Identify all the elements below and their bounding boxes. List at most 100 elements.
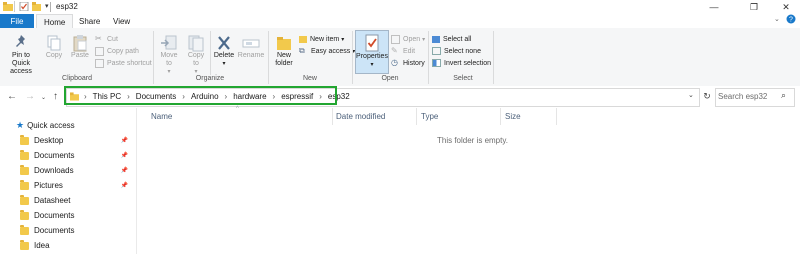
quick-access-item-label: Documents: [34, 151, 75, 160]
column-header-date-modified[interactable]: Date modified: [336, 112, 385, 121]
open-button[interactable]: Open ▾: [391, 34, 425, 44]
maximize-button[interactable]: ❐: [740, 0, 768, 14]
column-separator[interactable]: [416, 108, 417, 125]
recent-locations-chevron-icon[interactable]: ⌄: [41, 94, 46, 101]
invert-selection-label: Invert selection: [444, 59, 492, 67]
copy-to-button[interactable]: Copy to ▾: [184, 34, 208, 76]
collapse-ribbon-icon[interactable]: ⌄: [774, 15, 780, 23]
invert-selection-button[interactable]: Invert selection: [432, 58, 491, 68]
copy-label: Copy: [45, 52, 63, 59]
quick-access-item[interactable]: Idea: [20, 238, 128, 253]
new-item-button[interactable]: New item ▾: [299, 34, 344, 44]
copy-button[interactable]: Copy: [43, 34, 65, 60]
forward-arrow-icon[interactable]: →: [25, 91, 35, 102]
quick-access-item-label: Datasheet: [34, 196, 71, 205]
empty-folder-message: This folder is empty.: [437, 136, 508, 145]
delete-button[interactable]: Delete ▾: [213, 34, 235, 68]
tab-view[interactable]: View: [106, 14, 137, 28]
new-item-icon: [299, 35, 307, 43]
folder-icon: [20, 194, 29, 205]
folder-icon: [20, 134, 29, 145]
group-separator: [153, 31, 154, 84]
copy-to-icon: [188, 35, 204, 52]
scissors-icon: ✂: [95, 34, 102, 43]
paste-label: Paste: [71, 52, 89, 59]
clipboard-group-label: Clipboard: [62, 75, 92, 82]
dropdown-arrow-icon: ▾: [341, 36, 345, 43]
folder-icon: [3, 2, 13, 11]
new-folder-icon: [277, 37, 291, 50]
close-button[interactable]: ✕: [772, 0, 800, 14]
copy-path-button[interactable]: Copy path: [95, 46, 139, 56]
group-separator: [268, 31, 269, 84]
easy-access-icon: ⧉: [299, 46, 305, 55]
minimize-button[interactable]: —: [700, 0, 728, 14]
new-folder-quick-icon[interactable]: [32, 2, 42, 11]
properties-button[interactable]: Properties ▾: [355, 30, 389, 74]
column-header-type[interactable]: Type: [421, 112, 438, 121]
open-group-label: Open: [381, 75, 399, 82]
properties-label: Properties: [356, 53, 388, 60]
divider: [14, 1, 15, 12]
quick-access-item-label: Documents: [34, 211, 75, 220]
column-separator[interactable]: [332, 108, 333, 125]
select-all-icon: [432, 35, 440, 43]
invert-selection-icon: [432, 59, 441, 67]
column-header-name[interactable]: Name: [151, 112, 172, 121]
organize-group-label: Organize: [195, 75, 225, 82]
refresh-icon[interactable]: ↻: [700, 89, 714, 104]
quick-access-item[interactable]: Downloads 📌: [20, 163, 128, 178]
quick-access-item[interactable]: Documents: [20, 208, 128, 223]
tab-share[interactable]: Share: [72, 14, 107, 28]
help-icon[interactable]: ?: [786, 14, 796, 26]
open-icon: [391, 34, 400, 44]
quick-access-item[interactable]: Documents: [20, 223, 128, 238]
up-arrow-icon[interactable]: ↑: [53, 91, 58, 102]
column-separator[interactable]: [556, 108, 557, 125]
edit-button[interactable]: ✎ Edit: [391, 46, 415, 56]
quick-access-item[interactable]: Desktop 📌: [20, 133, 128, 148]
move-to-icon: [161, 35, 177, 50]
rename-button[interactable]: Rename: [238, 34, 264, 60]
quick-access-label: Quick access: [27, 121, 75, 130]
paste-button[interactable]: Paste: [68, 34, 92, 60]
history-button[interactable]: ◷ History: [391, 58, 425, 68]
paste-shortcut-button[interactable]: Paste shortcut: [95, 58, 152, 68]
pin-icon: 📌: [120, 168, 128, 174]
easy-access-button[interactable]: ⧉ Easy access ▾: [299, 46, 355, 56]
quick-access-item[interactable]: Datasheet: [20, 193, 128, 208]
new-folder-button[interactable]: New folder: [271, 34, 297, 68]
title-separator: [50, 2, 51, 12]
select-all-button[interactable]: Select all: [432, 34, 471, 44]
tab-file[interactable]: File: [0, 14, 34, 28]
quick-access-item-label: Desktop: [34, 136, 64, 145]
quick-access-item[interactable]: Pictures 📌: [20, 178, 128, 193]
rename-icon: [242, 39, 260, 48]
quick-access-item[interactable]: Documents 📌: [20, 148, 128, 163]
group-separator: [428, 31, 429, 84]
pin-to-quick-access-button[interactable]: Pin to Quick access: [3, 34, 39, 76]
select-none-button[interactable]: Select none: [432, 46, 481, 56]
move-to-button[interactable]: Move to ▾: [157, 34, 181, 76]
group-separator: [210, 31, 211, 75]
properties-icon: [365, 34, 379, 52]
address-dropdown-icon[interactable]: ⌄: [688, 91, 694, 99]
back-arrow-icon[interactable]: ←: [7, 91, 17, 102]
cut-button[interactable]: ✂ Cut: [95, 34, 118, 44]
customize-quick-access-icon[interactable]: ▾: [45, 2, 49, 10]
folder-icon: [20, 149, 29, 160]
column-header-size[interactable]: Size: [505, 112, 521, 121]
paste-shortcut-label: Paste shortcut: [107, 59, 152, 67]
search-icon[interactable]: ⌕: [781, 90, 786, 101]
folder-icon: [20, 224, 29, 235]
tab-home[interactable]: Home: [36, 14, 74, 29]
quick-access-item[interactable]: ★ Quick access: [16, 118, 75, 133]
copy-icon: [47, 35, 61, 51]
select-none-icon: [432, 47, 441, 55]
history-label: History: [403, 59, 425, 67]
properties-quick-icon[interactable]: [19, 2, 29, 11]
folder-icon: [20, 179, 29, 190]
select-none-label: Select none: [444, 47, 481, 55]
group-separator: [493, 31, 494, 84]
column-separator[interactable]: [500, 108, 501, 125]
